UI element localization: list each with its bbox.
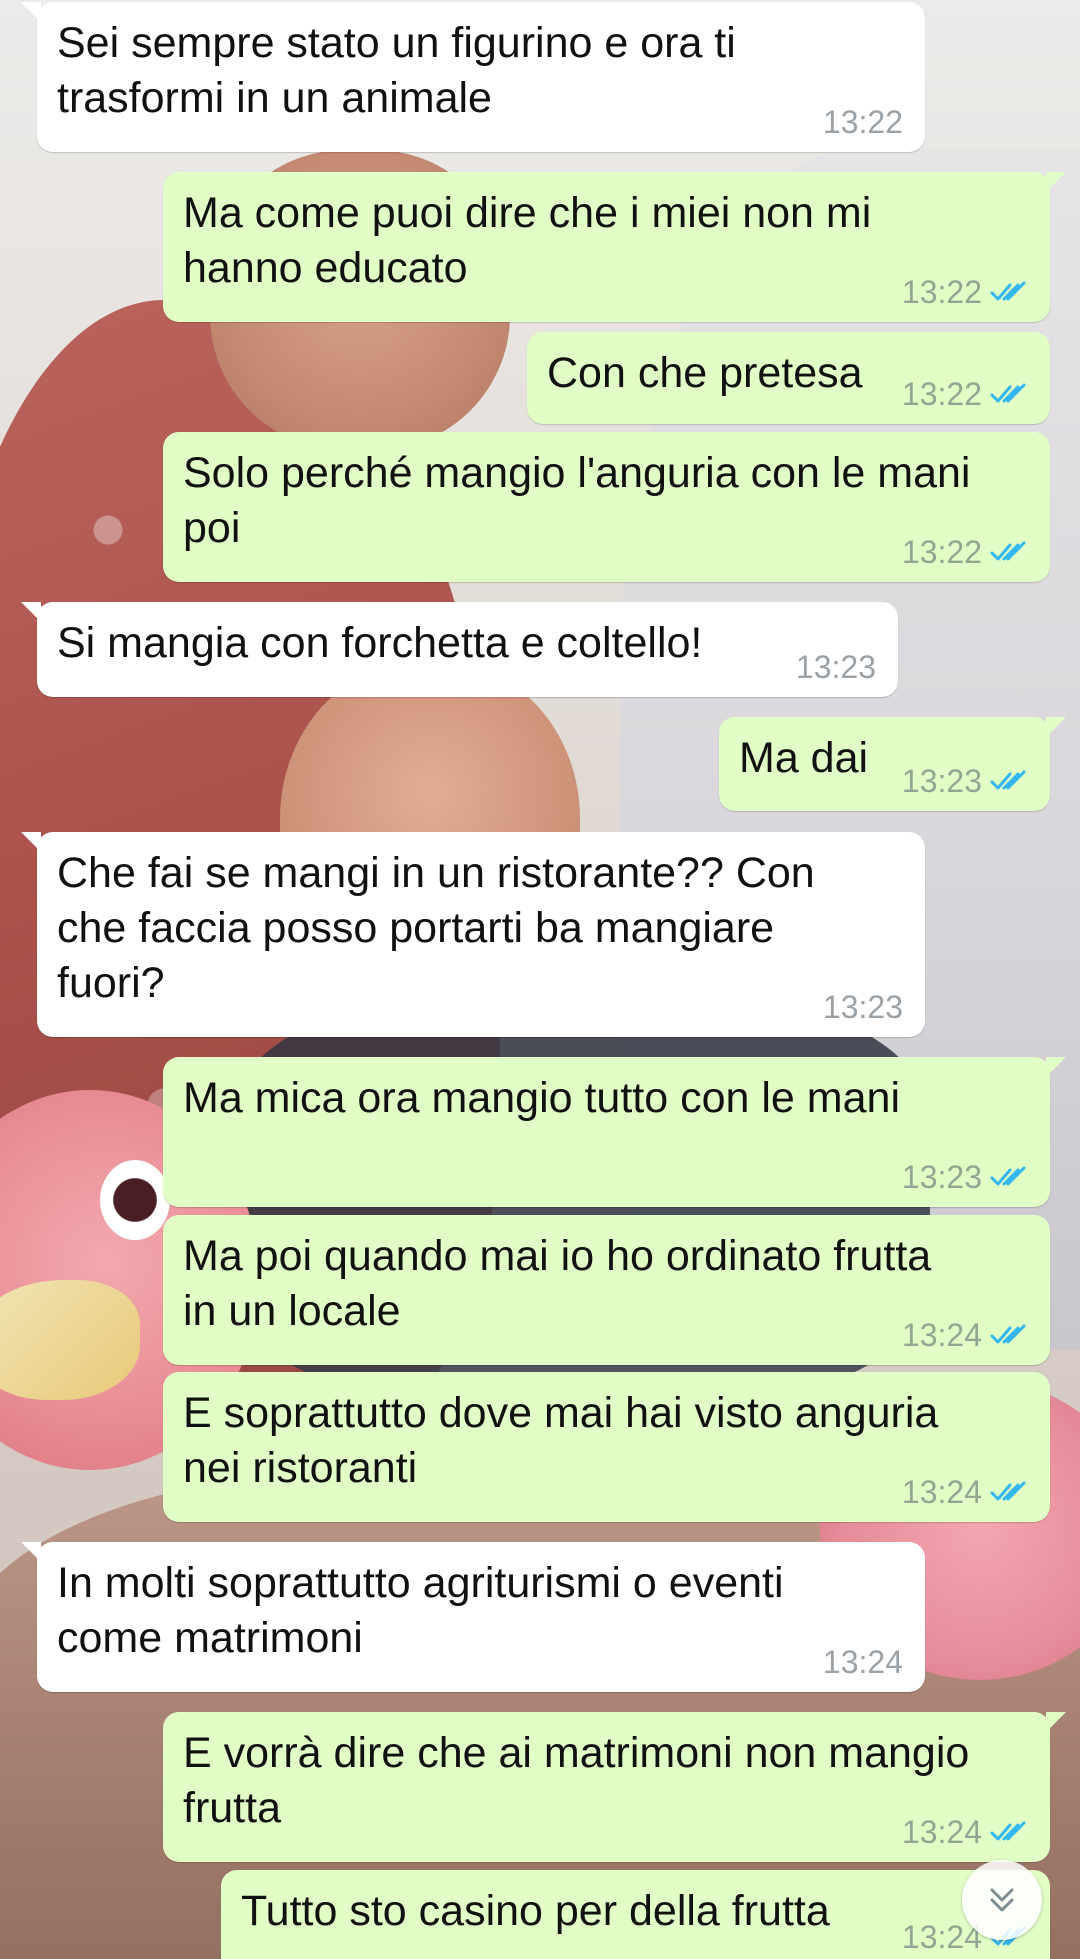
message-time: 13:24	[901, 1813, 982, 1850]
double-check-icon	[990, 1324, 1026, 1344]
message-time: 13:23	[901, 1158, 982, 1195]
scroll-to-bottom-button[interactable]	[962, 1860, 1042, 1940]
message-bubble-incoming[interactable]: Si mangia con forchetta e coltello! 13:2…	[21, 602, 898, 697]
message-list[interactable]: Sei sempre stato un figurino e ora ti tr…	[0, 0, 1080, 1959]
message-time: 13:24	[822, 1643, 903, 1680]
message-time: 13:24	[901, 1473, 982, 1510]
message-time: 13:22	[822, 103, 903, 140]
message-text: In molti soprattutto agriturismi o event…	[57, 1559, 784, 1662]
double-check-icon	[990, 1166, 1026, 1186]
message-bubble-outgoing[interactable]: Ma dai 13:23	[719, 717, 1066, 811]
message-bubble-outgoing[interactable]: Ma come puoi dire che i miei non mi hann…	[163, 172, 1066, 322]
message-bubble-incoming[interactable]: Che fai se mangi in un ristorante?? Con …	[21, 832, 925, 1037]
double-check-icon	[990, 770, 1026, 790]
message-text: Che fai se mangi in un ristorante?? Con …	[57, 849, 815, 1007]
message-bubble-outgoing[interactable]: Ma mica ora mangio tutto con le mani 13:…	[163, 1057, 1066, 1207]
message-time: 13:23	[822, 988, 903, 1025]
message-bubble-outgoing[interactable]: E vorrà dire che ai matrimoni non mangio…	[163, 1712, 1066, 1862]
double-check-icon	[990, 281, 1026, 301]
message-time: 13:22	[901, 273, 982, 310]
double-check-icon	[990, 383, 1026, 403]
message-bubble-outgoing[interactable]: E soprattutto dove mai hai visto anguria…	[163, 1372, 1050, 1522]
message-text: Si mangia con forchetta e coltello!	[57, 619, 703, 667]
message-text: Ma mica ora mangio tutto con le mani	[183, 1074, 900, 1122]
message-bubble-outgoing[interactable]: Tutto sto casino per della frutta 13:24	[221, 1870, 1050, 1959]
message-time: 13:23	[795, 648, 876, 685]
message-bubble-outgoing[interactable]: Ma poi quando mai io ho ordinato frutta …	[163, 1215, 1050, 1365]
message-bubble-outgoing[interactable]: Con che pretesa 13:22	[527, 332, 1050, 424]
double-check-icon	[990, 1481, 1026, 1501]
message-bubble-incoming[interactable]: In molti soprattutto agriturismi o event…	[21, 1542, 925, 1692]
message-time: 13:22	[901, 375, 982, 412]
message-bubble-incoming[interactable]: Sei sempre stato un figurino e ora ti tr…	[21, 2, 925, 152]
message-bubble-outgoing[interactable]: Solo perché mangio l'anguria con le mani…	[163, 432, 1050, 582]
message-time: 13:22	[901, 533, 982, 570]
message-text: Sei sempre stato un figurino e ora ti tr…	[57, 19, 736, 122]
message-time: 13:23	[901, 762, 982, 799]
double-check-icon	[990, 541, 1026, 561]
message-time: 13:24	[901, 1316, 982, 1353]
double-check-icon	[990, 1821, 1026, 1841]
double-chevron-down-icon	[990, 1888, 1014, 1912]
